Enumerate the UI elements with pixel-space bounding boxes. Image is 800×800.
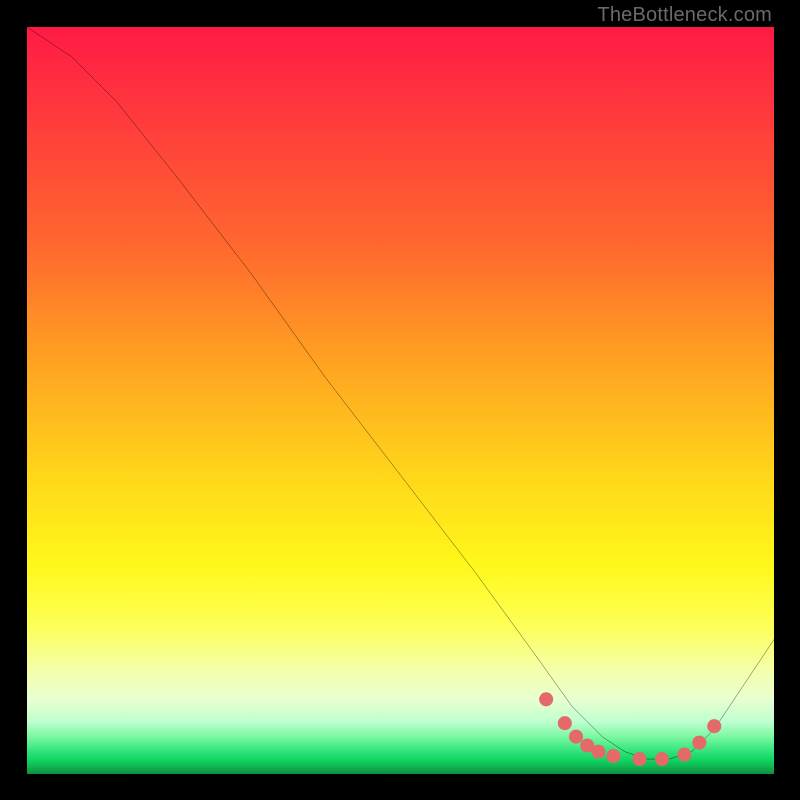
- chart-stage: TheBottleneck.com: [0, 0, 800, 800]
- plot-area: [27, 27, 774, 774]
- watermark-label: TheBottleneck.com: [597, 4, 772, 27]
- heat-gradient-background: [27, 27, 774, 774]
